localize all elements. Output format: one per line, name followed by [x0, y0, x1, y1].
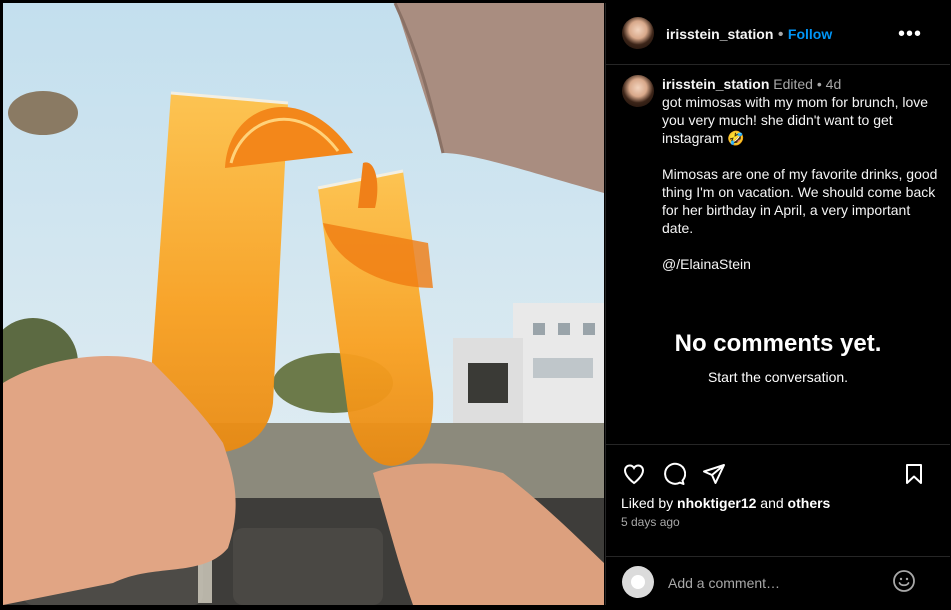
- caption-username[interactable]: irisstein_station: [662, 76, 769, 92]
- follow-button[interactable]: Follow: [788, 26, 832, 42]
- more-options-icon[interactable]: •••: [898, 23, 922, 46]
- mimosa-photo: [3, 3, 604, 605]
- action-bar: Liked by nhoktiger12 and others 5 days a…: [606, 444, 950, 557]
- caption-avatar[interactable]: [622, 75, 654, 107]
- liked-by-prefix: Liked by: [621, 495, 674, 511]
- post-age[interactable]: 4d: [826, 76, 842, 92]
- paper-plane-icon[interactable]: [702, 462, 726, 486]
- edited-dot: •: [816, 76, 822, 92]
- liked-by-user[interactable]: nhoktiger12: [677, 495, 756, 511]
- comment-bar: [606, 556, 950, 606]
- heart-icon[interactable]: [622, 462, 646, 486]
- post-image[interactable]: [3, 3, 604, 605]
- no-comments-subtitle: Start the conversation.: [707, 369, 849, 385]
- liked-by-and: and: [760, 495, 784, 511]
- post-header: irisstein_station • Follow •••: [606, 3, 950, 65]
- author-username[interactable]: irisstein_station: [666, 26, 773, 42]
- liked-by-others[interactable]: others: [788, 495, 831, 511]
- likes-line: Liked by nhoktiger12 and others: [621, 495, 830, 511]
- edited-label: Edited: [773, 76, 813, 92]
- author-avatar[interactable]: [622, 17, 654, 49]
- post-timestamp[interactable]: 5 days ago: [621, 515, 680, 529]
- smiley-icon[interactable]: [892, 569, 916, 593]
- caption-text: irisstein_station Edited • 4d got mimosa…: [662, 75, 942, 273]
- author-line: irisstein_station • Follow: [666, 26, 832, 44]
- comment-input[interactable]: [666, 571, 890, 595]
- separator-dot: •: [777, 26, 784, 43]
- bookmark-icon[interactable]: [902, 462, 926, 486]
- post-sidebar: irisstein_station • Follow ••• irisstein…: [605, 3, 950, 605]
- no-comments-title: No comments yet.: [674, 330, 882, 357]
- viewer-avatar: [622, 566, 654, 598]
- caption-body: got mimosas with my mom for brunch, love…: [662, 94, 938, 272]
- post-modal: irisstein_station • Follow ••• irisstein…: [0, 0, 951, 610]
- comment-bubble-icon[interactable]: [662, 462, 686, 486]
